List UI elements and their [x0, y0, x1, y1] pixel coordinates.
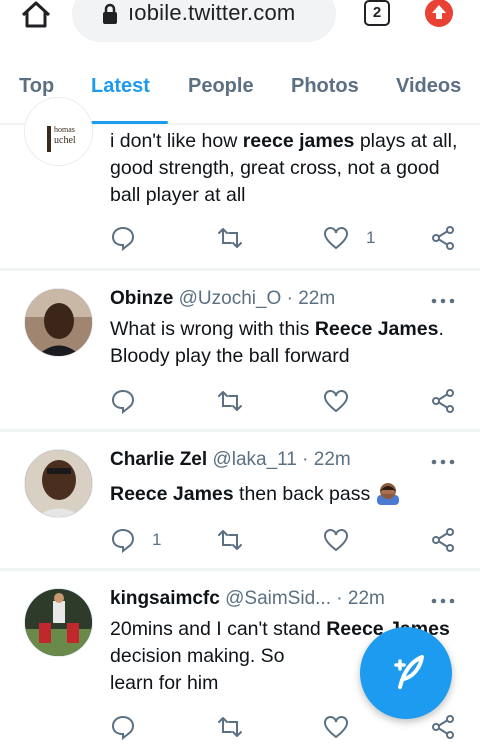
- avatar[interactable]: homas uchel: [24, 97, 93, 166]
- reply-icon[interactable]: [110, 527, 136, 553]
- tweet[interactable]: Charlie Zel @laka_11 · 22m Reece James t…: [0, 432, 480, 568]
- tweet-time[interactable]: · 22m: [302, 449, 351, 470]
- svg-text:uchel: uchel: [54, 135, 76, 146]
- tab-top[interactable]: Top: [19, 75, 54, 98]
- author-name[interactable]: Obinze: [110, 288, 173, 309]
- avatar-photo: [25, 589, 92, 656]
- author-handle[interactable]: @Uzochi_O: [179, 288, 282, 309]
- person-facepalming-emoji: [376, 483, 399, 505]
- avatar[interactable]: [24, 588, 93, 657]
- tweet[interactable]: homas uchel i don't like how reece james…: [0, 97, 480, 268]
- reply-icon[interactable]: [110, 388, 136, 414]
- tweet-header: kingsaimcfc @SaimSid... · 22m: [110, 588, 385, 610]
- home-icon[interactable]: [18, 0, 54, 34]
- tweet-text: Reece James then back pass: [110, 481, 460, 508]
- upload-icon[interactable]: [425, 0, 453, 27]
- tab-switcher-button[interactable]: 2: [364, 0, 390, 26]
- compose-icon: [394, 655, 424, 689]
- tweet-text: What is wrong with this Reece James. Blo…: [110, 318, 444, 367]
- like-icon[interactable]: [323, 527, 349, 553]
- tweet-actions: [0, 388, 480, 418]
- avatar[interactable]: [24, 288, 93, 357]
- like-count: 1: [366, 228, 376, 247]
- author-name[interactable]: kingsaimcfc: [110, 588, 220, 609]
- svg-text:homas: homas: [54, 125, 75, 134]
- tweet-header: Charlie Zel @laka_11 · 22m: [110, 449, 351, 471]
- tab-people[interactable]: People: [188, 75, 254, 98]
- tweet-header: Obinze @Uzochi_O · 22m: [110, 288, 335, 310]
- tweet-actions: 1: [0, 527, 480, 557]
- brand-logo: homas uchel: [25, 98, 92, 165]
- author-handle[interactable]: @laka_11: [212, 449, 296, 470]
- more-icon[interactable]: [430, 296, 456, 306]
- url-text[interactable]: ıobile.twitter.com: [128, 0, 295, 26]
- reply-icon[interactable]: [110, 714, 136, 740]
- like-icon[interactable]: [323, 225, 349, 251]
- avatar[interactable]: [24, 449, 93, 518]
- author-name[interactable]: Charlie Zel: [110, 449, 207, 470]
- author-handle[interactable]: @SaimSid...: [225, 588, 331, 609]
- share-icon[interactable]: [430, 527, 456, 553]
- like-icon[interactable]: [323, 388, 349, 414]
- like-icon[interactable]: [323, 714, 349, 740]
- tweet-time[interactable]: · 22m: [336, 588, 385, 609]
- tweet-actions: 1: [0, 225, 480, 255]
- reply-icon[interactable]: [110, 225, 136, 251]
- compose-tweet-button[interactable]: [360, 627, 452, 719]
- avatar-photo: [25, 289, 92, 356]
- share-icon[interactable]: [430, 225, 456, 251]
- reply-count: 1: [152, 530, 162, 549]
- tab-photos[interactable]: Photos: [291, 75, 359, 98]
- retweet-icon[interactable]: [217, 714, 243, 740]
- tab-latest[interactable]: Latest: [91, 75, 150, 98]
- retweet-icon[interactable]: [217, 527, 243, 553]
- retweet-icon[interactable]: [217, 225, 243, 251]
- tweet[interactable]: Obinze @Uzochi_O · 22m What is wrong wit…: [0, 271, 480, 429]
- lock-icon: [103, 3, 117, 24]
- browser-toolbar: ıobile.twitter.com 2: [0, 0, 480, 48]
- avatar-photo: [25, 450, 92, 517]
- tab-videos[interactable]: Videos: [396, 75, 461, 98]
- share-icon[interactable]: [430, 388, 456, 414]
- tweet-text: i don't like how reece james plays at al…: [110, 130, 458, 206]
- retweet-icon[interactable]: [217, 388, 243, 414]
- tweet-time[interactable]: · 22m: [287, 288, 336, 309]
- more-icon[interactable]: [430, 596, 456, 606]
- more-icon[interactable]: [430, 457, 456, 467]
